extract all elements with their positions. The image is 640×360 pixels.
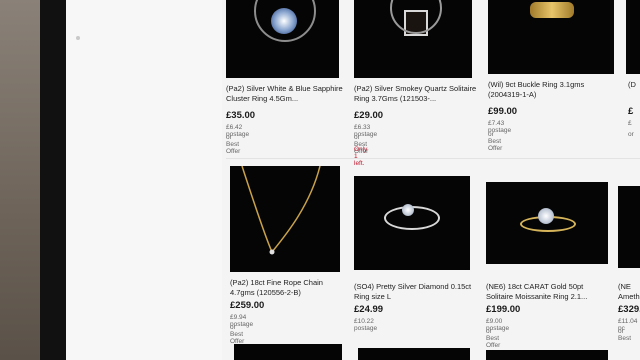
monitor-bezel bbox=[40, 0, 66, 360]
listing-postage: £ bbox=[628, 120, 632, 127]
listing-offer: or Best bbox=[618, 328, 632, 342]
listing-image[interactable] bbox=[618, 186, 640, 268]
listing-title[interactable]: (Pa2) Silver Smokey Quartz Solitaire Rin… bbox=[354, 84, 478, 104]
listing-postage: £10.22 postage bbox=[354, 318, 378, 332]
listing-price: £199.00 bbox=[486, 304, 521, 315]
listing-offer: or Best Offer bbox=[230, 324, 245, 345]
listing-price: £329.0 bbox=[618, 304, 640, 315]
listing-image[interactable] bbox=[230, 166, 340, 272]
listing-image-row3-2[interactable] bbox=[358, 348, 470, 360]
listing-price: £35.00 bbox=[226, 110, 256, 121]
listing-price: £99.00 bbox=[488, 106, 518, 117]
listing-title[interactable]: (SO4) Pretty Silver Diamond 0.15ct Ring … bbox=[354, 282, 472, 302]
listing-price: £ bbox=[628, 106, 634, 117]
listing-title[interactable]: (Pa2) 18ct Fine Rope Chain 4.7gms (12055… bbox=[230, 278, 342, 298]
browser-screen: (Pa2) Silver White & Blue Sapphire Clust… bbox=[66, 0, 640, 360]
listing-image-row3-1[interactable] bbox=[234, 344, 342, 360]
listing-offer: or Best Offer bbox=[226, 134, 241, 155]
listing-title[interactable]: (Pa2) Silver White & Blue Sapphire Clust… bbox=[226, 84, 346, 104]
ring-band bbox=[390, 0, 442, 34]
listing-image[interactable] bbox=[354, 176, 470, 270]
gold-buckle bbox=[530, 2, 574, 18]
listing-image[interactable] bbox=[626, 0, 640, 74]
listing-title[interactable]: (Wil) 9ct Buckle Ring 3.1gms (2004319-1-… bbox=[488, 80, 612, 100]
listing-image[interactable] bbox=[486, 182, 608, 264]
listing-title[interactable]: (D bbox=[628, 80, 640, 90]
stock-note: Only 1 left. bbox=[354, 146, 368, 167]
row-divider bbox=[226, 158, 640, 159]
listing-image-row3-3[interactable] bbox=[486, 350, 608, 360]
listing-offer: or Best Offer bbox=[486, 328, 501, 349]
moissanite-stone bbox=[538, 208, 554, 224]
listing-title[interactable]: (NE6) 18ct CARAT Gold 50pt Solitaire Moi… bbox=[486, 282, 610, 302]
listing-offer: or Best Offer bbox=[488, 131, 503, 152]
listing-title[interactable]: (NE Ameth bbox=[618, 282, 640, 302]
listing-offer: or bbox=[628, 131, 634, 138]
listing-price: £29.00 bbox=[354, 110, 384, 121]
listing-image[interactable] bbox=[226, 0, 339, 78]
ring-band bbox=[254, 0, 316, 42]
sidebar-dot bbox=[76, 36, 80, 40]
listing-price: £24.99 bbox=[354, 304, 384, 315]
filter-sidebar bbox=[66, 0, 222, 360]
rope-chain-art bbox=[241, 166, 321, 255]
diamond-stone bbox=[402, 204, 414, 216]
listing-image[interactable] bbox=[354, 0, 472, 78]
listing-price: £259.00 bbox=[230, 300, 265, 311]
listing-image[interactable] bbox=[488, 0, 614, 74]
